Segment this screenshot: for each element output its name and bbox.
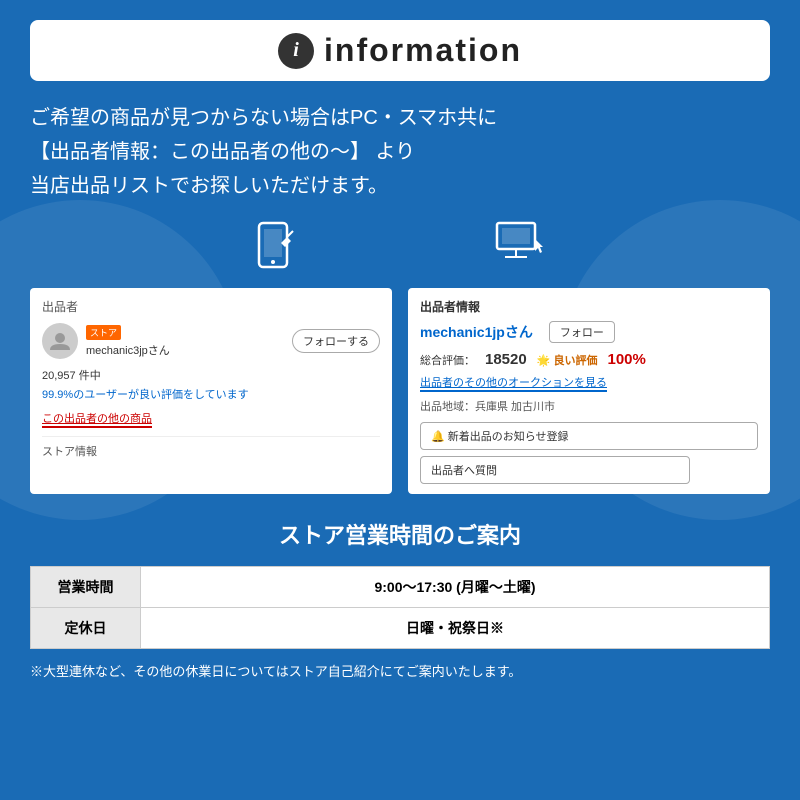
hours-label-2: 定休日: [31, 608, 141, 649]
seller-name-left: mechanic3jpさん: [86, 342, 170, 358]
location-text: 出品地域：兵庫県 加古川市: [420, 398, 758, 414]
rating-count-left: 20,957 件中: [42, 367, 380, 383]
other-items-link[interactable]: この出品者の他の商品: [42, 410, 152, 428]
hours-label-1: 営業時間: [31, 567, 141, 608]
follow-button-left[interactable]: フォローする: [292, 329, 380, 353]
pc-screenshot: 出品者情報 mechanic1jpさん フォロー 総合評価： 18520 🌟 良…: [408, 288, 770, 494]
follow-button-right[interactable]: フォロー: [549, 321, 615, 343]
seller-row-right: mechanic1jpさん フォロー: [420, 321, 758, 343]
main-text-line3: 当店出品リストでお探しいただけます。: [30, 169, 770, 203]
seller-info-left: ストア mechanic3jpさん: [86, 325, 170, 358]
store-badge: ストア: [86, 325, 121, 340]
good-rating-label: 🌟 良い評価: [537, 352, 598, 368]
info-icon: i: [278, 33, 314, 69]
hours-row-1: 営業時間 9:00〜17:30 (月曜〜土曜): [31, 567, 770, 608]
page-title: information: [324, 32, 522, 69]
device-icons-row: [30, 221, 770, 278]
main-text-line2: 【出品者情報：この出品者の他の〜】 より: [30, 135, 770, 169]
good-rating-pct: 100%: [607, 351, 645, 368]
smartphone-icon: [255, 221, 295, 278]
left-section-title: 出品者: [42, 298, 380, 315]
store-hours-section: ストア営業時間のご案内 営業時間 9:00〜17:30 (月曜〜土曜) 定休日 …: [30, 518, 770, 680]
seller-avatar-left: [42, 323, 78, 359]
hours-row-2: 定休日 日曜・祝祭日※: [31, 608, 770, 649]
main-text-line1: ご希望の商品が見つからない場合はPC・スマホ共に: [30, 101, 770, 135]
info-header: i information: [30, 20, 770, 81]
hours-value-2: 日曜・祝祭日※: [141, 608, 770, 649]
rating-row-right: 総合評価： 18520 🌟 良い評価 100%: [420, 351, 758, 368]
rating-number: 18520: [485, 351, 527, 368]
auction-link[interactable]: 出品者のその他のオークションを見る: [420, 374, 607, 392]
screenshots-row: 出品者 ストア mechanic3jpさん フォローする 20,957 件中 9…: [30, 288, 770, 494]
hours-table: 営業時間 9:00〜17:30 (月曜〜土曜) 定休日 日曜・祝祭日※: [30, 566, 770, 649]
footnote-text: ※大型連休など、その他の休業日についてはストア自己紹介にてご案内いたします。: [30, 661, 770, 680]
notification-button[interactable]: 🔔 新着出品のお知らせ登録: [420, 422, 758, 450]
rating-label: 総合評価：: [420, 352, 475, 368]
main-description: ご希望の商品が見つからない場合はPC・スマホ共に 【出品者情報：この出品者の他の…: [30, 101, 770, 203]
question-button[interactable]: 出品者へ質問: [420, 456, 690, 484]
hours-value-1: 9:00〜17:30 (月曜〜土曜): [141, 567, 770, 608]
right-section-title: 出品者情報: [420, 298, 758, 315]
rating-percent-left: 99.9%のユーザーが良い評価をしています: [42, 386, 380, 402]
store-info-left: ストア情報: [42, 436, 380, 459]
computer-icon: [495, 221, 545, 278]
seller-name-right: mechanic1jpさん: [420, 322, 533, 342]
seller-row-left: ストア mechanic3jpさん フォローする: [42, 323, 380, 359]
mobile-screenshot: 出品者 ストア mechanic3jpさん フォローする 20,957 件中 9…: [30, 288, 392, 494]
store-hours-title: ストア営業時間のご案内: [30, 518, 770, 550]
